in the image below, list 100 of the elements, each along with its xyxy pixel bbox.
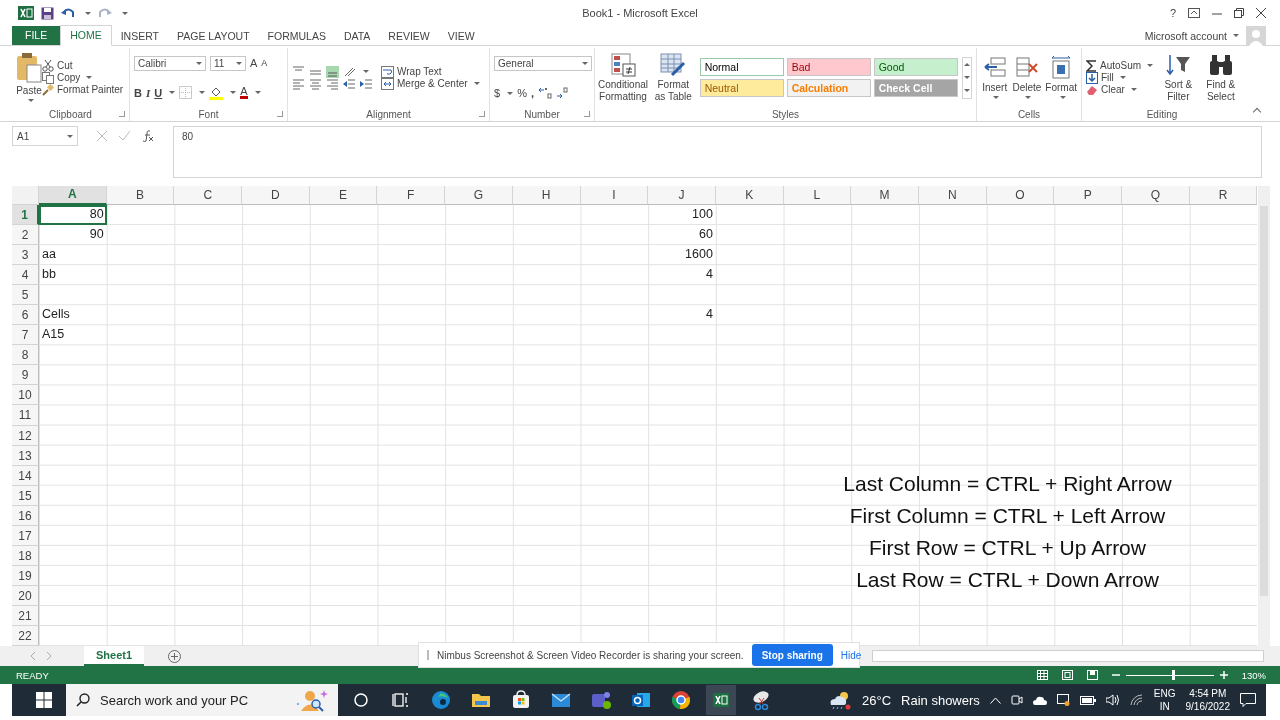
orientation-icon[interactable]	[343, 65, 356, 78]
caret-icon[interactable]	[507, 91, 514, 95]
comma-button[interactable]: ,	[530, 87, 534, 99]
bold-button[interactable]: B	[134, 86, 142, 99]
ribbon-tab[interactable]: INSERT	[111, 27, 168, 45]
chevron-up-icon[interactable]	[989, 696, 1001, 704]
row-header[interactable]: 13	[12, 445, 39, 466]
shrink-font-button[interactable]: A	[261, 58, 268, 68]
horizontal-scrollbar[interactable]	[872, 650, 1264, 663]
font-color-button[interactable]: A	[240, 86, 248, 99]
cloud-icon[interactable]	[1032, 695, 1047, 705]
row-header[interactable]: 17	[12, 525, 39, 546]
column-header[interactable]: B	[106, 186, 175, 205]
caret-icon[interactable]	[169, 91, 176, 94]
row-header[interactable]: 18	[12, 545, 39, 566]
currency-button[interactable]: $	[494, 87, 501, 99]
row-header[interactable]: 6	[12, 305, 39, 326]
column-header[interactable]: I	[580, 186, 649, 205]
grow-font-button[interactable]: A	[250, 57, 258, 69]
page-break-icon[interactable]	[1086, 670, 1098, 681]
column-header[interactable]: E	[309, 186, 378, 205]
language-indicator[interactable]: ENG	[1153, 687, 1176, 701]
column-header[interactable]: P	[1054, 186, 1122, 205]
row-header[interactable]: 8	[12, 345, 39, 366]
row-header[interactable]: 22	[12, 626, 39, 647]
sort-filter-button[interactable]: Sort & Filter	[1161, 52, 1196, 103]
column-header[interactable]: Q	[1122, 186, 1190, 205]
weather-text[interactable]: Rain showers	[901, 692, 980, 708]
wifi-icon[interactable]	[1129, 694, 1144, 707]
wrap-text-button[interactable]: Wrap Text	[381, 65, 480, 78]
undo-icon[interactable]	[61, 7, 75, 19]
underline-button[interactable]: U	[154, 86, 163, 99]
add-sheet-icon[interactable]	[168, 649, 182, 663]
zoom-in-icon[interactable]	[1219, 671, 1228, 680]
meet-now-icon[interactable]	[1010, 694, 1023, 707]
row-header[interactable]: 20	[12, 585, 39, 606]
find-select-button[interactable]: Find & Select	[1203, 52, 1238, 103]
row-header[interactable]: 11	[12, 405, 39, 426]
dialog-launcher-icon[interactable]	[479, 111, 485, 117]
increase-decimal-icon[interactable]	[537, 87, 552, 99]
row-header[interactable]: 2	[12, 225, 39, 246]
font-size-field[interactable]: 11	[210, 55, 246, 71]
column-header[interactable]: F	[377, 186, 446, 205]
region-indicator[interactable]: IN	[1159, 700, 1170, 714]
row-header[interactable]: 7	[12, 325, 39, 346]
close-icon[interactable]	[1256, 8, 1266, 18]
decrease-decimal-icon[interactable]	[555, 87, 570, 99]
caret-icon[interactable]	[122, 11, 128, 15]
ribbon-tab[interactable]: DATA	[334, 27, 380, 45]
account-name[interactable]: Microsoft account	[1144, 29, 1227, 42]
format-as-table-button[interactable]: Format as Table	[651, 52, 696, 103]
row-header[interactable]: 16	[12, 505, 39, 526]
conditional-formatting-button[interactable]: Conditional Formatting	[599, 52, 647, 103]
insert-function-icon[interactable]	[142, 130, 154, 142]
column-header[interactable]: C	[174, 186, 243, 205]
ribbon-display-icon[interactable]	[1188, 8, 1200, 18]
column-header[interactable]: G	[445, 186, 513, 205]
italic-button[interactable]: I	[145, 86, 151, 99]
drag-handle-icon[interactable]	[427, 650, 429, 660]
caret-icon[interactable]	[230, 91, 237, 94]
cell-style-option[interactable]: Neutral	[699, 79, 784, 97]
column-header[interactable]: N	[918, 186, 987, 205]
column-header[interactable]: K	[715, 186, 784, 205]
name-box[interactable]: A1	[12, 126, 78, 146]
taskbar-search-field[interactable]: Search work and your PC	[66, 684, 338, 717]
zoom-slider[interactable]	[1172, 669, 1176, 680]
caret-icon[interactable]	[1233, 34, 1239, 37]
temperature[interactable]: 26°C	[862, 692, 892, 708]
row-header[interactable]: 9	[12, 365, 39, 386]
column-header[interactable]: M	[851, 186, 919, 205]
number-format-field[interactable]: General	[494, 56, 592, 71]
gallery-scrollbar[interactable]	[961, 56, 972, 99]
percent-button[interactable]: %	[517, 87, 527, 99]
dialog-launcher-icon[interactable]	[119, 111, 125, 117]
format-painter-button[interactable]: Format Painter	[42, 83, 124, 96]
clock-time[interactable]: 4:54 PM	[1189, 687, 1227, 701]
row-header[interactable]: 19	[12, 565, 39, 586]
delete-button[interactable]: Delete	[1012, 56, 1042, 99]
column-header[interactable]: O	[986, 186, 1055, 205]
device-icon[interactable]	[1056, 694, 1070, 707]
cell-style-option[interactable]: Normal	[699, 58, 784, 76]
dialog-launcher-icon[interactable]	[584, 111, 590, 117]
check-icon[interactable]	[119, 131, 130, 141]
fill-color-icon[interactable]	[209, 85, 224, 100]
row-header[interactable]: 1	[12, 205, 39, 226]
weather-cloud-icon[interactable]	[828, 690, 852, 711]
ribbon-tab[interactable]: FORMULAS	[258, 27, 335, 45]
increase-indent-icon[interactable]	[360, 77, 373, 90]
hide-link[interactable]: Hide	[840, 649, 862, 661]
caret-icon[interactable]	[85, 11, 91, 15]
cell-style-option[interactable]: Good	[873, 58, 958, 76]
row-header[interactable]: 15	[12, 485, 39, 506]
ribbon-tab[interactable]: PAGE LAYOUT	[168, 27, 259, 45]
ribbon-tab[interactable]: VIEW	[438, 27, 484, 45]
save-icon[interactable]	[41, 6, 54, 20]
stop-sharing-button[interactable]: Stop sharing	[751, 644, 833, 666]
help-button[interactable]: ?	[1169, 7, 1176, 19]
windows-start-icon[interactable]	[36, 692, 52, 709]
vertical-scrollbar[interactable]	[1258, 186, 1271, 647]
battery-icon[interactable]	[1079, 695, 1096, 705]
